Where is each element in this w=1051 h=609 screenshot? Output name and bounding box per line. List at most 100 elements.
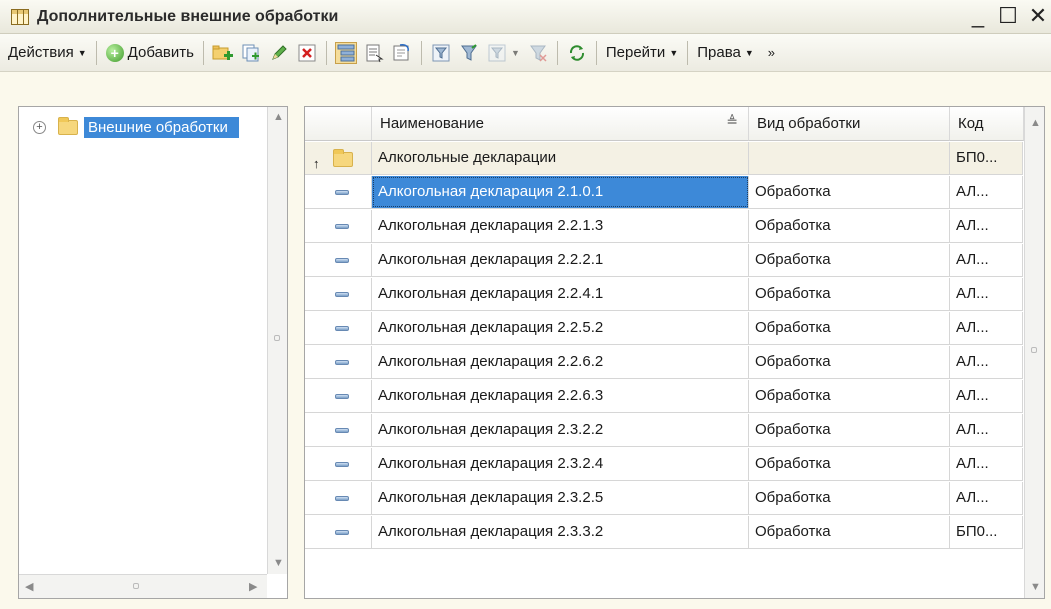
row-type-cell: Обработка [749, 278, 950, 310]
row-type-cell: Обработка [749, 312, 950, 344]
copy-button[interactable] [240, 42, 262, 64]
delete-button[interactable] [296, 42, 318, 64]
row-name-cell[interactable]: Алкогольная декларация 2.2.6.2 [372, 346, 749, 378]
clear-filter-button[interactable] [527, 42, 549, 64]
scroll-down-icon[interactable]: ▼ [273, 557, 284, 569]
table-row[interactable]: Алкогольная декларация 2.2.4.1 Обработка А… [305, 278, 1023, 311]
filter-settings-button[interactable] [430, 42, 452, 64]
column-header-name[interactable]: Наименование ≜ [372, 107, 749, 141]
item-element-icon [335, 190, 349, 195]
add-group-icon [212, 45, 233, 60]
tree-vertical-scrollbar[interactable]: ▲ ▼ [267, 107, 287, 574]
add-button[interactable]: + Добавить [102, 43, 198, 62]
expand-icon[interactable]: + [33, 121, 46, 134]
table-vertical-scrollbar[interactable]: ▲ ▼ [1024, 107, 1044, 598]
pencil-icon [272, 44, 287, 60]
row-name-cell[interactable]: Алкогольная декларация 2.3.2.4 [372, 448, 749, 480]
item-element-icon [335, 394, 349, 399]
row-code-cell: АЛ... [950, 448, 1023, 480]
goto-menu[interactable]: Перейти ▼ [602, 44, 682, 61]
hierarchy-icon [337, 44, 355, 61]
filter-history-button[interactable] [486, 42, 508, 64]
row-code-cell: АЛ... [950, 278, 1023, 310]
table-row[interactable]: Алкогольная декларация 2.2.1.3 Обработка А… [305, 210, 1023, 243]
scroll-right-icon[interactable]: ▶ [249, 580, 257, 593]
column-header-type[interactable]: Вид обработки [749, 107, 950, 141]
row-name-cell[interactable]: Алкогольная декларация 2.3.3.2 [372, 516, 749, 548]
close-button[interactable]: ✕ [1025, 4, 1051, 28]
level-up-icon: ↑ [313, 156, 320, 171]
tree-view-button[interactable] [391, 42, 413, 64]
maximize-button[interactable]: ☐ [995, 4, 1021, 28]
scroll-grip-icon[interactable] [1031, 347, 1037, 353]
row-code-cell: АЛ... [950, 346, 1023, 378]
table-row[interactable]: Алкогольная декларация 2.2.2.1 Обработка А… [305, 244, 1023, 277]
row-type-cell: Обработка [749, 414, 950, 446]
row-type-cell [749, 142, 950, 174]
add-group-button[interactable] [212, 42, 234, 64]
row-name-cell[interactable]: Алкогольная декларация 2.2.4.1 [372, 278, 749, 310]
rights-menu[interactable]: Права ▼ [693, 44, 758, 61]
toolbar-separator [595, 40, 597, 65]
filter-by-value-button[interactable] [458, 42, 480, 64]
items-table-panel: Наименование ≜ Вид обработки Код ↑ Алког… [304, 106, 1045, 599]
row-type-cell: Обработка [749, 516, 950, 548]
scroll-up-icon[interactable]: ▲ [273, 111, 284, 123]
row-code-cell: АЛ... [950, 482, 1023, 514]
table-row[interactable]: Алкогольная декларация 2.3.2.4 Обработка А… [305, 448, 1023, 481]
toolbar-separator [556, 40, 558, 65]
row-name-cell[interactable]: Алкогольная декларация 2.2.5.2 [372, 312, 749, 344]
toolbar-overflow-button[interactable]: » [764, 45, 779, 60]
row-icon-cell [305, 516, 372, 548]
chevron-down-icon[interactable]: ▼ [511, 48, 520, 58]
hierarchy-view-button[interactable] [334, 41, 357, 64]
row-icon-cell [305, 176, 372, 208]
row-name-cell[interactable]: Алкогольная декларация 2.1.0.1 [372, 176, 749, 208]
filter-history-icon [488, 44, 506, 61]
row-name-cell[interactable]: Алкогольная декларация 2.2.1.3 [372, 210, 749, 242]
table-row[interactable]: Алкогольная декларация 2.3.3.2 Обработка Б… [305, 516, 1023, 549]
row-name-cell[interactable]: Алкогольная декларация 2.2.2.1 [372, 244, 749, 276]
window-controls: _ ☐ ✕ [965, 4, 1051, 28]
row-name-cell[interactable]: Алкогольная декларация 2.3.2.5 [372, 482, 749, 514]
row-name-cell[interactable]: Алкогольная декларация 2.2.6.3 [372, 380, 749, 412]
row-code-cell: АЛ... [950, 210, 1023, 242]
row-code-cell: АЛ... [950, 414, 1023, 446]
minimize-button[interactable]: _ [965, 4, 991, 28]
table-row[interactable]: Алкогольная декларация 2.3.2.2 Обработка А… [305, 414, 1023, 447]
row-name-cell: Алкогольные декларации [372, 142, 749, 174]
item-element-icon [335, 292, 349, 297]
item-element-icon [335, 496, 349, 501]
actions-menu[interactable]: Действия ▼ [4, 44, 91, 61]
edit-button[interactable] [268, 42, 290, 64]
row-icon-cell [305, 414, 372, 446]
list-view-button[interactable] [363, 42, 385, 64]
scroll-grip-icon[interactable] [133, 583, 139, 589]
tree-horizontal-scrollbar[interactable]: ◀ ▶ [19, 574, 267, 598]
scroll-left-icon[interactable]: ◀ [25, 580, 33, 593]
catalog-table-icon [11, 8, 29, 25]
clear-filter-icon [529, 45, 547, 62]
table-group-row[interactable]: ↑ Алкогольные декларации БП0... [305, 142, 1023, 175]
row-icon-cell [305, 278, 372, 310]
scroll-up-icon[interactable]: ▲ [1030, 117, 1041, 129]
add-button-label: Добавить [127, 44, 194, 61]
scroll-grip-icon[interactable] [274, 335, 280, 341]
table-row[interactable]: Алкогольная декларация 2.2.6.2 Обработка А… [305, 346, 1023, 379]
column-header-code[interactable]: Код [950, 107, 1024, 141]
table-row[interactable]: Алкогольная декларация 2.3.2.5 Обработка А… [305, 482, 1023, 515]
refresh-button[interactable] [566, 42, 588, 64]
sort-ascending-icon: ≜ [726, 113, 738, 129]
tree-node-root[interactable]: + Внешние обработки [33, 117, 239, 138]
row-type-cell: Обработка [749, 210, 950, 242]
add-icon: + [105, 43, 124, 62]
table-row[interactable]: Алкогольная декларация 2.2.6.3 Обработка А… [305, 380, 1023, 413]
table-row[interactable]: Алкогольная декларация 2.2.5.2 Обработка А… [305, 312, 1023, 345]
table-row[interactable]: Алкогольная декларация 2.1.0.1 Обработка А… [305, 176, 1023, 209]
row-code-cell: АЛ... [950, 380, 1023, 412]
row-name-cell[interactable]: Алкогольная декларация 2.3.2.2 [372, 414, 749, 446]
tree-node-label[interactable]: Внешние обработки [84, 117, 239, 138]
column-header-icon[interactable] [305, 107, 372, 141]
scroll-down-icon[interactable]: ▼ [1030, 581, 1041, 593]
chevron-down-icon: ▼ [77, 47, 87, 58]
